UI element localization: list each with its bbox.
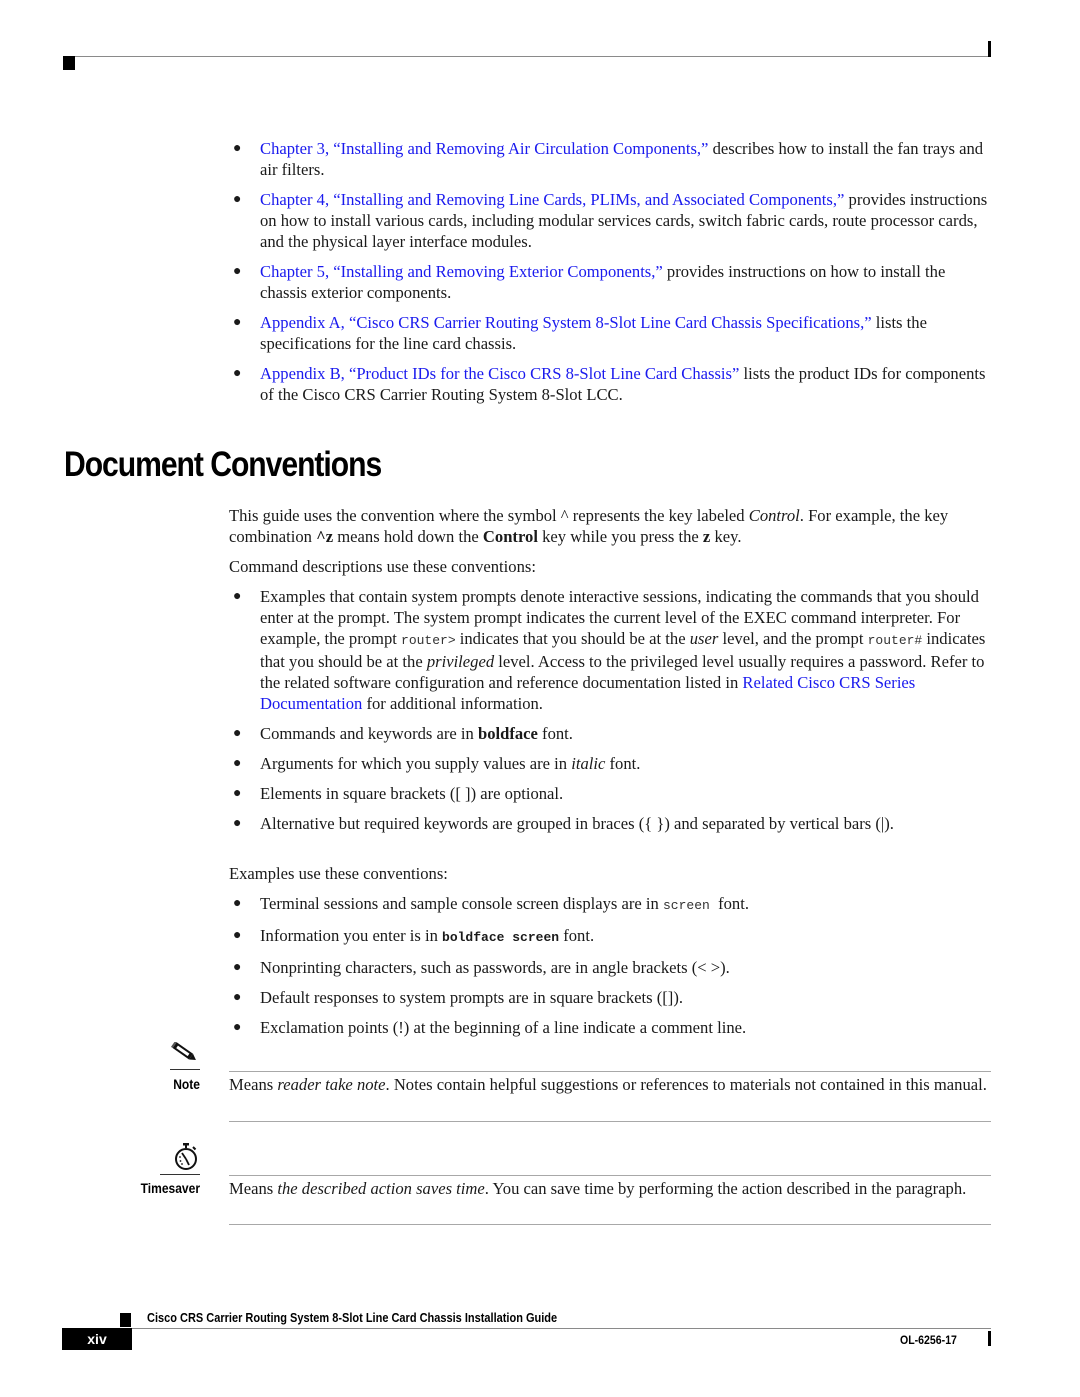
document-number: OL-6256-17 (900, 1333, 957, 1347)
chapter-3-link[interactable]: Chapter 3, “Installing and Removing Air … (260, 139, 708, 158)
bullet-icon: ● (233, 141, 242, 156)
header-corner-block (63, 56, 75, 70)
pencil-icon (170, 1042, 196, 1061)
list-item: ● Chapter 3, “Installing and Removing Air… (229, 138, 991, 180)
list-item: ● Exclamation points (!) at the beginning… (233, 1018, 747, 1037)
command-lead: Command descriptions use these conventio… (229, 557, 536, 576)
footer-guide-title: Cisco CRS Carrier Routing System 8-Slot … (147, 1311, 558, 1325)
bullet-icon: ● (233, 990, 242, 1005)
list-item: ● Examples that contain system prompts de… (233, 587, 986, 713)
chapter-4-link[interactable]: Chapter 4, “Installing and Removing Line… (260, 190, 844, 209)
list-item: ● Commands and keywords are in boldface f… (233, 724, 573, 743)
appendix-a-link[interactable]: Appendix A, “Cisco CRS Carrier Routing S… (260, 313, 872, 332)
page-number: xiv (62, 1328, 132, 1350)
note-top-rule (229, 1071, 991, 1072)
bullet-icon: ● (233, 315, 242, 330)
command-conventions-list: ● Examples that contain system prompts de… (229, 586, 991, 843)
timesaver-bottom-rule (229, 1224, 991, 1225)
list-item: ● Chapter 5, “Installing and Removing Ext… (229, 261, 991, 303)
chapter-list: ● Chapter 3, “Installing and Removing Air… (229, 138, 991, 414)
note-bottom-rule (229, 1121, 991, 1122)
bullet-icon: ● (233, 928, 242, 943)
bullet-icon: ● (233, 960, 242, 975)
bullet-icon: ● (233, 726, 242, 741)
timesaver-text: Means the described action saves time. Y… (229, 1179, 967, 1198)
bullet-icon: ● (233, 1020, 242, 1035)
list-item: ● Terminal sessions and sample console sc… (233, 894, 749, 913)
note-text: Means reader take note. Notes contain he… (229, 1075, 987, 1094)
bullet-icon: ● (233, 264, 242, 279)
list-item: ● Alternative but required keywords are g… (233, 814, 894, 833)
stopwatch-icon (175, 1143, 197, 1170)
list-item: ● Default responses to system prompts are… (233, 988, 684, 1007)
list-item: ● Elements in square brackets ([ ]) are o… (233, 784, 564, 803)
bullet-icon: ● (233, 786, 242, 801)
header-tick-mark (988, 41, 991, 57)
footer-tick-mark (988, 1331, 991, 1346)
appendix-b-link[interactable]: Appendix B, “Product IDs for the Cisco C… (260, 364, 739, 383)
footer-corner-block (120, 1313, 131, 1327)
list-item: ● Nonprinting characters, such as passwor… (233, 958, 730, 977)
timesaver-top-rule (229, 1175, 991, 1176)
footer-rule (131, 1328, 991, 1329)
bullet-icon: ● (233, 366, 242, 381)
bullet-icon: ● (233, 589, 242, 604)
chapter-5-link[interactable]: Chapter 5, “Installing and Removing Exte… (260, 262, 663, 281)
examples-lead: Examples use these conventions: (229, 864, 448, 883)
bullet-icon: ● (233, 192, 242, 207)
note-icon-rule (170, 1069, 200, 1070)
list-item: ● Chapter 4, “Installing and Removing Lin… (229, 189, 991, 252)
bullet-icon: ● (233, 816, 242, 831)
bullet-icon: ● (233, 756, 242, 771)
list-item: ● Appendix B, “Product IDs for the Cisco … (229, 363, 991, 405)
list-item: ● Appendix A, “Cisco CRS Carrier Routing … (229, 312, 991, 354)
list-item: ● Arguments for which you supply values a… (233, 754, 641, 773)
intro-paragraph: This guide uses the convention where the… (229, 506, 949, 546)
list-item: ● Information you enter is in boldface sc… (233, 926, 595, 945)
example-conventions-list: ● Terminal sessions and sample console sc… (229, 893, 991, 1047)
section-heading: Document Conventions (64, 445, 382, 484)
header-rule (75, 56, 991, 57)
timesaver-label: Timesaver (140, 1180, 200, 1196)
timesaver-icon-rule (160, 1174, 200, 1175)
bullet-icon: ● (233, 896, 242, 911)
note-label: Note (173, 1076, 200, 1092)
